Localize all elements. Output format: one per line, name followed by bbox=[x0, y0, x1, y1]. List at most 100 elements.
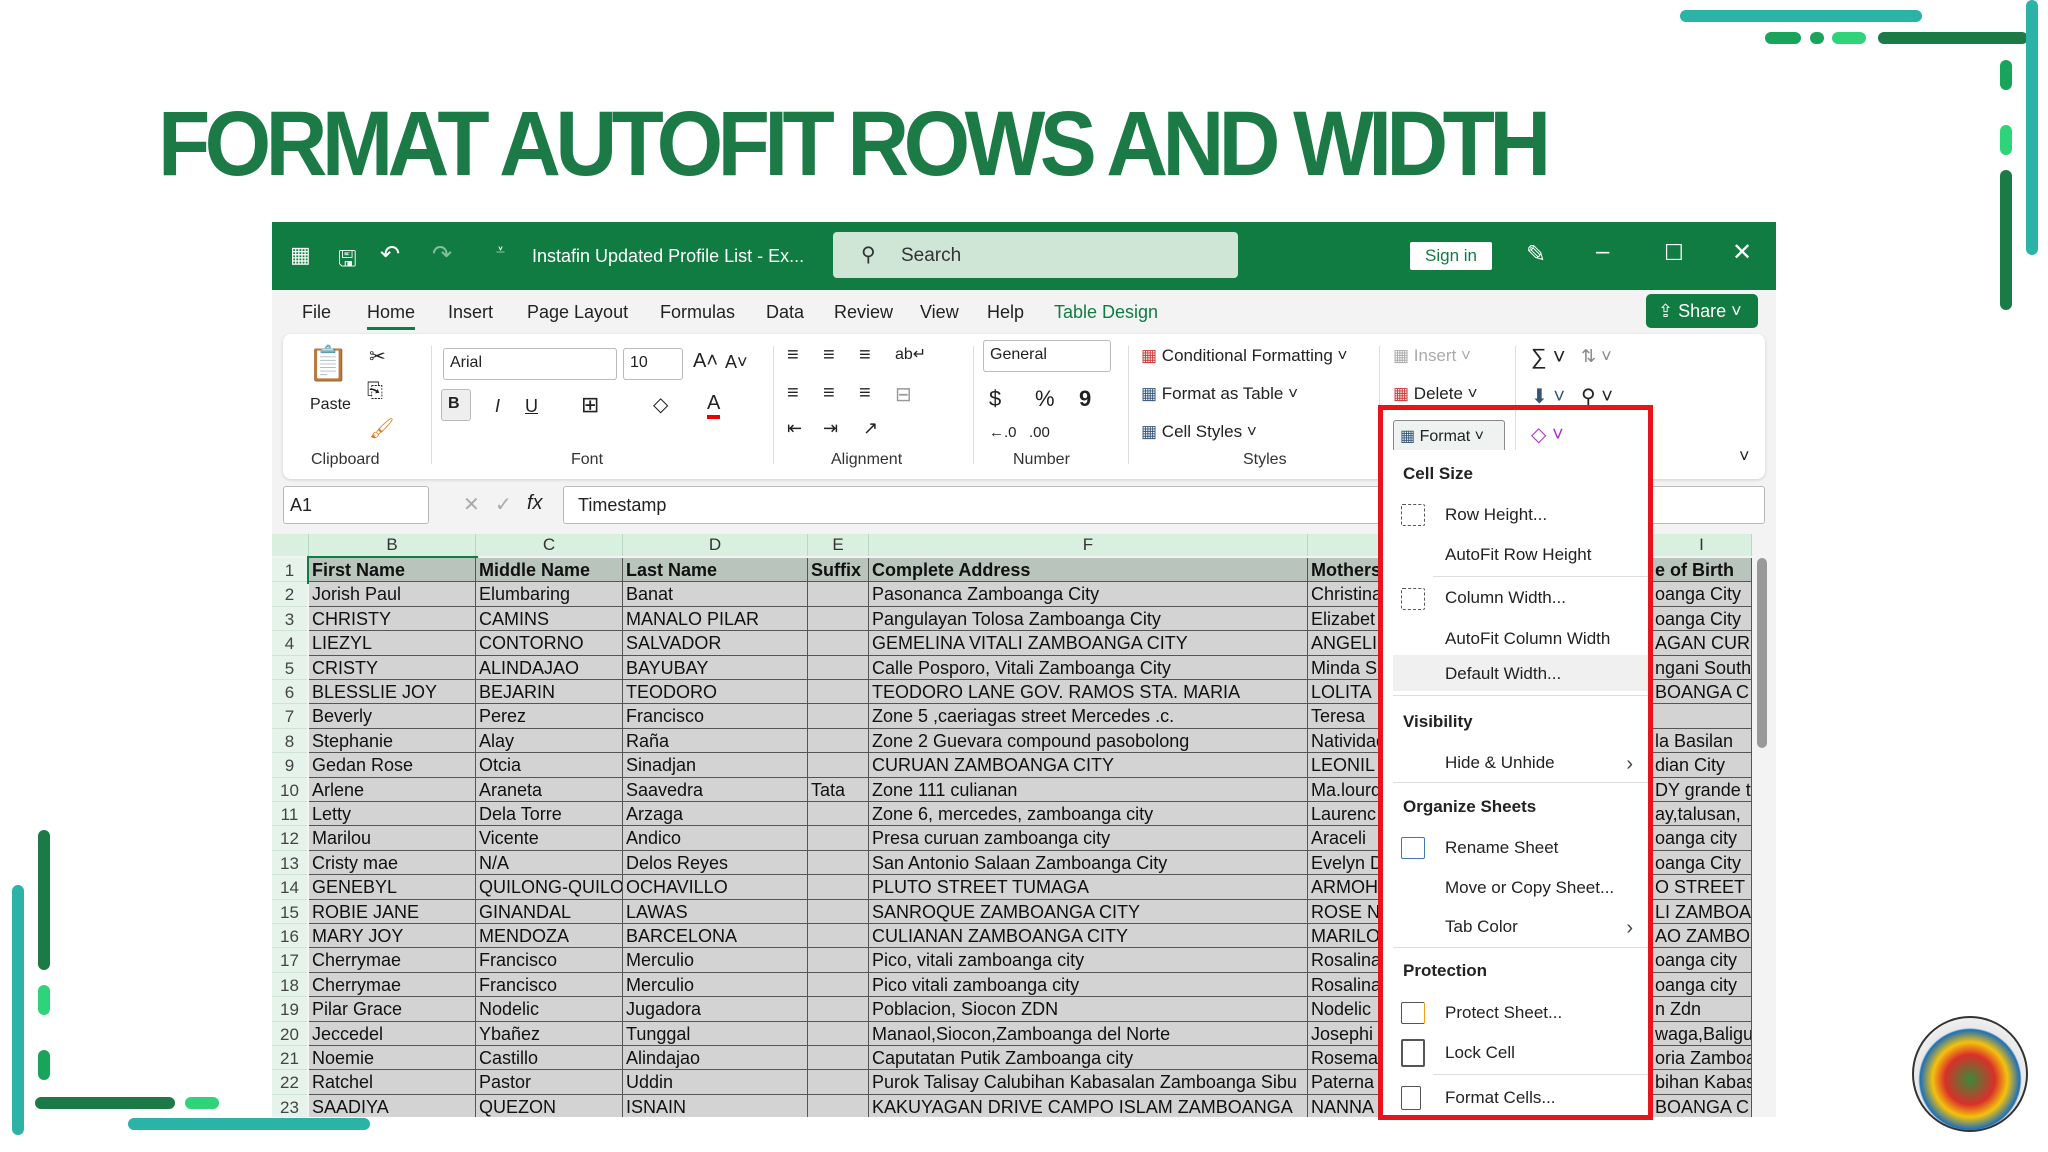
cell[interactable]: Merculio bbox=[623, 948, 808, 973]
row-number[interactable]: 16 bbox=[272, 924, 307, 949]
pen-icon[interactable]: ✎ bbox=[1526, 240, 1546, 269]
tab-insert[interactable]: Insert bbox=[448, 302, 493, 323]
cell[interactable]: First Name bbox=[307, 555, 478, 585]
cell[interactable]: Pangulayan Tolosa Zamboanga City bbox=[869, 606, 1308, 632]
cell[interactable]: QUEZON bbox=[476, 1094, 623, 1117]
clear-icon[interactable]: ◇ ˅ bbox=[1531, 422, 1564, 447]
cell[interactable] bbox=[808, 582, 869, 607]
cell[interactable]: MENDOZA bbox=[476, 924, 623, 949]
number-format-select[interactable]: General bbox=[983, 340, 1111, 372]
cell[interactable]: bihan Kabas bbox=[1652, 1070, 1752, 1095]
row-number[interactable]: 11 bbox=[272, 802, 307, 827]
save-icon[interactable]: 🖫 bbox=[338, 242, 357, 280]
cell[interactable]: Tata bbox=[808, 777, 869, 802]
cell[interactable]: CRISTY bbox=[309, 655, 476, 680]
row-number[interactable]: 23 bbox=[272, 1094, 307, 1117]
cancel-icon[interactable]: ✕ bbox=[463, 492, 480, 517]
collapse-ribbon-icon[interactable]: ˅ bbox=[1739, 446, 1750, 467]
undo-icon[interactable]: ↶ bbox=[380, 240, 400, 269]
cell[interactable]: Jugadora bbox=[623, 997, 808, 1022]
cell[interactable]: Last Name bbox=[623, 558, 808, 583]
cell[interactable]: MARY JOY bbox=[309, 924, 476, 949]
tab-home[interactable]: Home bbox=[367, 302, 416, 330]
format-button[interactable]: ▦ Format ˅ bbox=[1393, 420, 1505, 452]
cell[interactable]: Middle Name bbox=[476, 558, 623, 583]
cell[interactable]: e of Birth bbox=[1652, 558, 1752, 583]
cell[interactable]: Elumbaring bbox=[476, 582, 623, 607]
cell[interactable]: Tunggal bbox=[623, 1021, 808, 1046]
sort-filter-icon[interactable]: ⇅ ˅ bbox=[1581, 346, 1612, 367]
cell[interactable]: Ybañez bbox=[476, 1021, 623, 1046]
cell[interactable]: CONTORNO bbox=[476, 631, 623, 656]
default-width-item[interactable]: Default Width... bbox=[1445, 664, 1561, 684]
column-header[interactable]: C bbox=[476, 534, 623, 556]
tab-review[interactable]: Review bbox=[834, 302, 893, 323]
insert-function-button[interactable]: fx bbox=[527, 492, 543, 515]
customize-toolbar-icon[interactable]: ⩡ bbox=[496, 242, 505, 260]
cell[interactable] bbox=[808, 948, 869, 973]
cell[interactable] bbox=[808, 606, 869, 632]
cell[interactable]: Arlene bbox=[309, 777, 476, 802]
cell[interactable]: Perez bbox=[476, 704, 623, 729]
cell[interactable]: N/A bbox=[476, 850, 623, 876]
paste-button[interactable]: Paste bbox=[310, 396, 351, 414]
row-number[interactable]: 19 bbox=[272, 997, 307, 1022]
cell[interactable] bbox=[808, 1021, 869, 1046]
cell[interactable]: Francisco bbox=[623, 704, 808, 729]
cell[interactable]: Manaol,Siocon,Zamboanga del Norte bbox=[869, 1021, 1308, 1046]
cell[interactable]: n Zdn bbox=[1652, 997, 1752, 1022]
row-number[interactable]: 12 bbox=[272, 826, 307, 851]
cell[interactable]: Merculio bbox=[623, 972, 808, 998]
cell[interactable]: CAMINS bbox=[476, 606, 623, 632]
cell[interactable] bbox=[808, 704, 869, 729]
format-as-table-button[interactable]: ▦ Format as Table ˅ bbox=[1141, 384, 1298, 404]
currency-button[interactable]: $ bbox=[989, 386, 1001, 412]
row-number[interactable]: 22 bbox=[272, 1070, 307, 1095]
redo-icon[interactable]: ↷ bbox=[432, 240, 452, 269]
delete-cells-button[interactable]: ▦ Delete ˅ bbox=[1393, 384, 1478, 404]
cell[interactable]: PLUTO STREET TUMAGA bbox=[869, 875, 1308, 900]
conditional-formatting-button[interactable]: ▦ Conditional Formatting ˅ bbox=[1141, 346, 1347, 366]
row-number[interactable]: 9 bbox=[272, 753, 307, 778]
cell[interactable] bbox=[808, 850, 869, 876]
increase-indent-icon[interactable]: ⇥ bbox=[823, 418, 838, 439]
enter-icon[interactable]: ✓ bbox=[495, 492, 512, 517]
cell[interactable]: O STREET bbox=[1652, 875, 1752, 900]
protect-sheet-item[interactable]: Protect Sheet... bbox=[1445, 1003, 1562, 1023]
comma-button[interactable]: 9 bbox=[1079, 386, 1091, 412]
cell[interactable]: LIEZYL bbox=[309, 631, 476, 656]
align-bottom-icon[interactable]: ≡ bbox=[859, 344, 871, 367]
cell[interactable]: ngani South bbox=[1652, 655, 1752, 680]
tab-formulas[interactable]: Formulas bbox=[660, 302, 735, 323]
cell[interactable] bbox=[808, 728, 869, 754]
fill-color-icon[interactable]: ◇ bbox=[653, 392, 668, 417]
row-number[interactable]: 3 bbox=[272, 606, 307, 632]
cell[interactable]: Ratchel bbox=[309, 1070, 476, 1095]
cell[interactable]: Gedan Rose bbox=[309, 753, 476, 778]
row-number[interactable]: 18 bbox=[272, 972, 307, 998]
cell[interactable]: Vicente bbox=[476, 826, 623, 851]
cell[interactable]: ay,talusan, bbox=[1652, 802, 1752, 827]
align-right-icon[interactable]: ≡ bbox=[859, 382, 871, 405]
cell[interactable]: oanga City bbox=[1652, 850, 1752, 876]
cell[interactable]: Jorish Paul bbox=[309, 582, 476, 607]
cell[interactable]: GEMELINA VITALI ZAMBOANGA CITY bbox=[869, 631, 1308, 656]
cell[interactable]: CHRISTY bbox=[309, 606, 476, 632]
column-header[interactable]: B bbox=[309, 534, 476, 556]
row-number[interactable]: 8 bbox=[272, 728, 307, 754]
cell[interactable]: oanga city bbox=[1652, 826, 1752, 851]
tab-help[interactable]: Help bbox=[987, 302, 1024, 323]
cell[interactable]: GENEBYL bbox=[309, 875, 476, 900]
percent-button[interactable]: % bbox=[1035, 386, 1055, 412]
cell[interactable]: oria Zamboa bbox=[1652, 1046, 1752, 1071]
cell[interactable]: Uddin bbox=[623, 1070, 808, 1095]
close-icon[interactable]: ✕ bbox=[1732, 238, 1752, 267]
paste-icon[interactable]: 📋 bbox=[307, 344, 349, 384]
wrap-text-icon[interactable]: ab↵ bbox=[895, 344, 926, 364]
row-number[interactable]: 4 bbox=[272, 631, 307, 656]
row-number[interactable]: 15 bbox=[272, 899, 307, 924]
cell[interactable]: Presa curuan zamboanga city bbox=[869, 826, 1308, 851]
cell[interactable]: waga,Baligu bbox=[1652, 1021, 1752, 1046]
cell[interactable]: Beverly bbox=[309, 704, 476, 729]
cell[interactable]: QUILONG-QUILO bbox=[476, 875, 623, 900]
